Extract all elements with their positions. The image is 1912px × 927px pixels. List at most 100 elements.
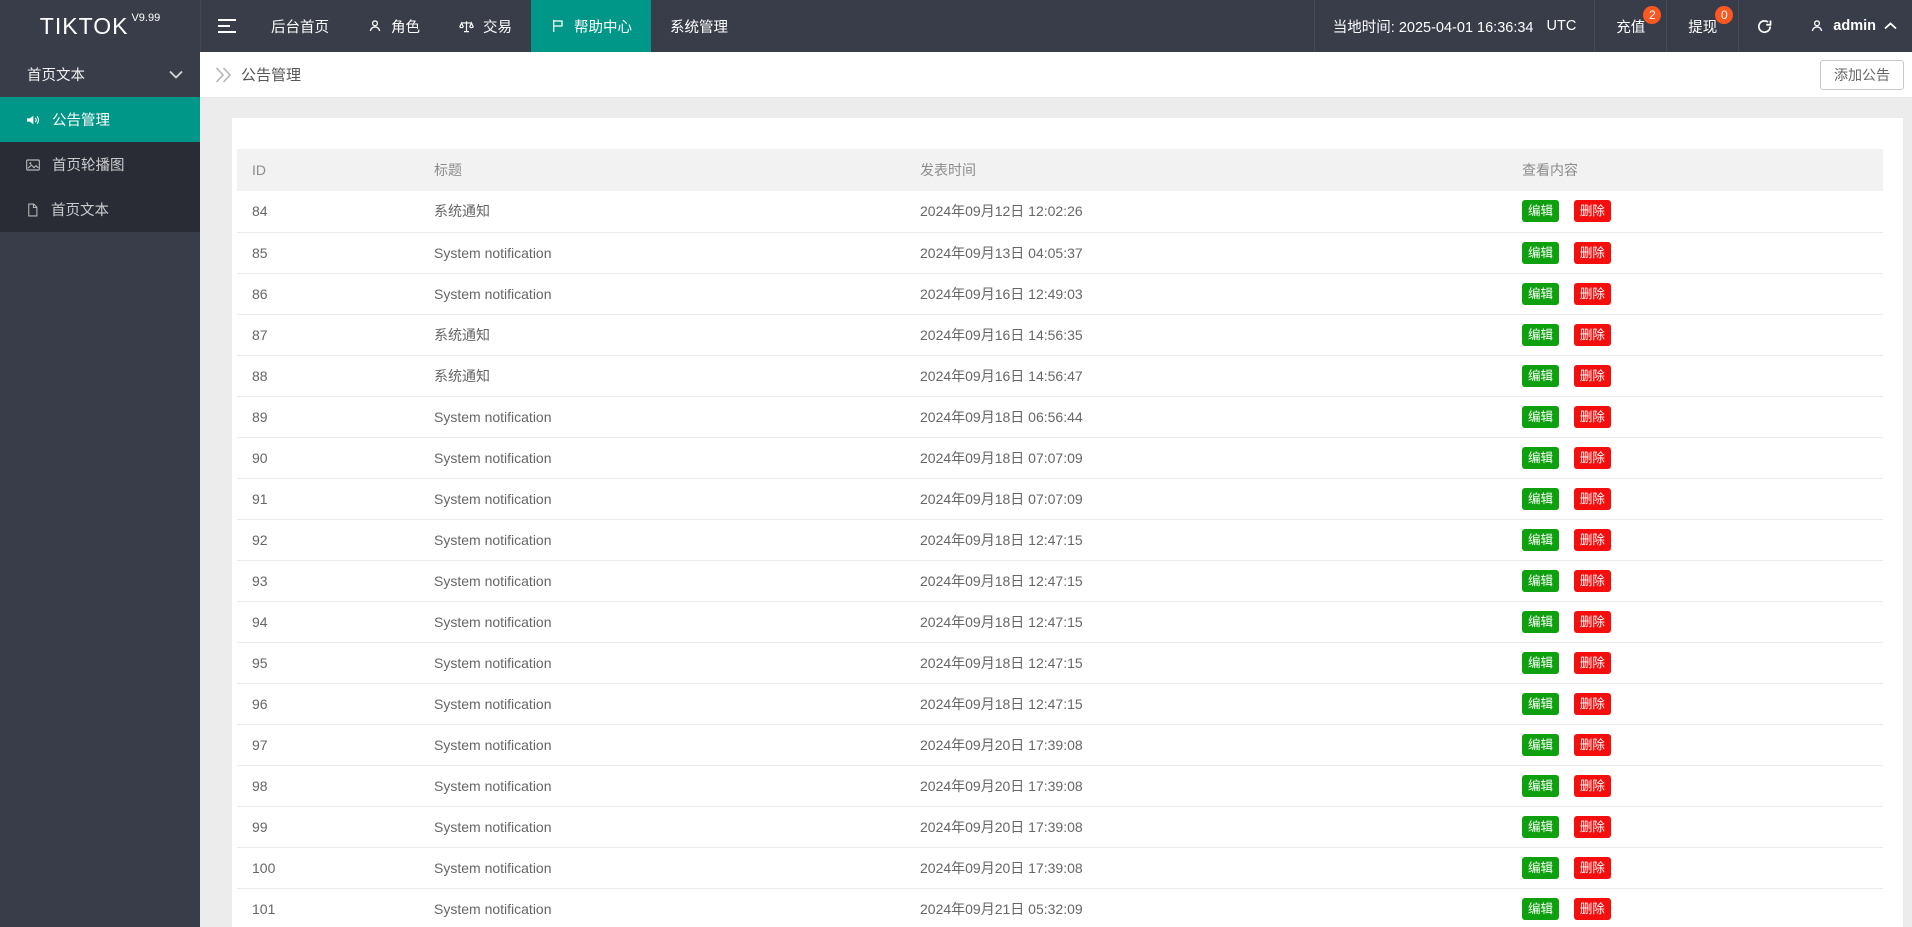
delete-button[interactable]: 删除: [1573, 856, 1611, 879]
user-menu[interactable]: admin: [1790, 0, 1912, 52]
sidebar-item-home-carousel[interactable]: 首页轮播图: [0, 142, 200, 187]
announcements-card: ID 标题 发表时间 查看内容 84 系统通知 2024年09月12日 12:0…: [232, 118, 1903, 927]
sidebar-item-announcements[interactable]: 公告管理: [0, 97, 200, 142]
cell-time: 2024年09月18日 07:07:09: [905, 437, 1507, 479]
cell-title: System notification: [419, 683, 905, 725]
cell-actions: 编辑 删除: [1507, 191, 1883, 233]
delete-button[interactable]: 删除: [1573, 446, 1611, 469]
edit-button[interactable]: 编辑: [1522, 569, 1560, 592]
cell-time: 2024年09月18日 12:47:15: [905, 560, 1507, 602]
cell-time: 2024年09月18日 12:47:15: [905, 642, 1507, 684]
recharge-button[interactable]: 充值 2: [1594, 0, 1666, 52]
edit-button[interactable]: 编辑: [1522, 897, 1560, 920]
delete-button[interactable]: 删除: [1573, 487, 1611, 510]
edit-button[interactable]: 编辑: [1522, 528, 1560, 551]
table-row: 98 System notification 2024年09月20日 17:39…: [237, 765, 1883, 807]
cell-id: 92: [237, 519, 419, 561]
delete-button[interactable]: 删除: [1573, 364, 1611, 387]
nav-item-roles[interactable]: 角色: [348, 0, 439, 52]
cell-actions: 编辑 删除: [1507, 560, 1883, 602]
edit-button[interactable]: 编辑: [1522, 651, 1560, 674]
cell-title: System notification: [419, 273, 905, 315]
delete-button[interactable]: 删除: [1573, 323, 1611, 346]
cell-title: 系统通知: [419, 191, 905, 233]
table-row: 93 System notification 2024年09月18日 12:47…: [237, 560, 1883, 602]
main-nav: 后台首页 角色 交易 帮助中心 系统管理: [252, 0, 747, 52]
delete-button[interactable]: 删除: [1573, 692, 1611, 715]
delete-button[interactable]: 删除: [1573, 897, 1611, 920]
cell-title: 系统通知: [419, 314, 905, 356]
delete-button[interactable]: 删除: [1573, 569, 1611, 592]
sidebar-group-label: 首页文本: [27, 68, 85, 84]
cell-actions: 编辑 删除: [1507, 642, 1883, 684]
delete-button[interactable]: 删除: [1573, 405, 1611, 428]
user-icon: [367, 18, 383, 34]
edit-button[interactable]: 编辑: [1522, 692, 1560, 715]
sidebar-submenu: 公告管理 首页轮播图 首页文本: [0, 97, 200, 232]
edit-button[interactable]: 编辑: [1522, 405, 1560, 428]
cell-time: 2024年09月18日 12:47:15: [905, 601, 1507, 643]
table-row: 89 System notification 2024年09月18日 06:56…: [237, 396, 1883, 438]
edit-button[interactable]: 编辑: [1522, 200, 1560, 223]
cell-id: 98: [237, 765, 419, 807]
cell-id: 95: [237, 642, 419, 684]
edit-button[interactable]: 编辑: [1522, 282, 1560, 305]
nav-item-system[interactable]: 系统管理: [651, 0, 747, 52]
nav-item-dashboard[interactable]: 后台首页: [252, 0, 348, 52]
withdraw-button[interactable]: 提现 0: [1666, 0, 1738, 52]
table-row: 94 System notification 2024年09月18日 12:47…: [237, 601, 1883, 643]
edit-button[interactable]: 编辑: [1522, 856, 1560, 879]
nav-item-transactions[interactable]: 交易: [439, 0, 531, 52]
sidebar-collapse-button[interactable]: [200, 0, 252, 52]
cell-actions: 编辑 删除: [1507, 601, 1883, 643]
content-area: ID 标题 发表时间 查看内容 84 系统通知 2024年09月12日 12:0…: [200, 98, 1912, 927]
edit-button[interactable]: 编辑: [1522, 364, 1560, 387]
delete-button[interactable]: 删除: [1573, 282, 1611, 305]
edit-button[interactable]: 编辑: [1522, 610, 1560, 633]
table-row: 95 System notification 2024年09月18日 12:47…: [237, 642, 1883, 684]
edit-button[interactable]: 编辑: [1522, 733, 1560, 756]
edit-button[interactable]: 编辑: [1522, 774, 1560, 797]
image-icon: [25, 157, 41, 173]
nav-item-label: 后台首页: [271, 19, 329, 36]
delete-button[interactable]: 删除: [1573, 610, 1611, 633]
table-row: 90 System notification 2024年09月18日 07:07…: [237, 437, 1883, 479]
refresh-button[interactable]: [1738, 0, 1790, 52]
edit-button[interactable]: 编辑: [1522, 323, 1560, 346]
nav-item-label: 系统管理: [670, 19, 728, 36]
recharge-label: 充值: [1616, 19, 1646, 36]
cell-id: 97: [237, 724, 419, 766]
cell-title: System notification: [419, 847, 905, 889]
timezone-label: UTC: [1546, 18, 1577, 34]
breadcrumb-bar: 公告管理 添加公告: [200, 52, 1912, 98]
edit-button[interactable]: 编辑: [1522, 487, 1560, 510]
edit-button[interactable]: 编辑: [1522, 446, 1560, 469]
nav-item-label: 帮助中心: [574, 19, 632, 36]
cell-time: 2024年09月20日 17:39:08: [905, 806, 1507, 848]
add-announcement-button[interactable]: 添加公告: [1820, 59, 1904, 90]
delete-button[interactable]: 删除: [1573, 815, 1611, 838]
cell-id: 93: [237, 560, 419, 602]
file-icon: [25, 202, 40, 218]
sidebar-group-home-text[interactable]: 首页文本: [0, 52, 200, 97]
table-row: 97 System notification 2024年09月20日 17:39…: [237, 724, 1883, 766]
sidebar-item-home-text[interactable]: 首页文本: [0, 187, 200, 232]
delete-button[interactable]: 删除: [1573, 774, 1611, 797]
speaker-icon: [25, 112, 41, 128]
edit-button[interactable]: 编辑: [1522, 241, 1560, 264]
delete-button[interactable]: 删除: [1573, 200, 1611, 223]
delete-button[interactable]: 删除: [1573, 733, 1611, 756]
sidebar: 首页文本 公告管理 首页轮播图 首页文本: [0, 52, 200, 927]
delete-button[interactable]: 删除: [1573, 241, 1611, 264]
cell-time: 2024年09月18日 07:07:09: [905, 478, 1507, 520]
edit-button[interactable]: 编辑: [1522, 815, 1560, 838]
delete-button[interactable]: 删除: [1573, 651, 1611, 674]
sidebar-item-label: 首页文本: [51, 203, 109, 219]
cell-time: 2024年09月18日 12:47:15: [905, 519, 1507, 561]
page-title: 公告管理: [241, 67, 302, 84]
delete-button[interactable]: 删除: [1573, 528, 1611, 551]
app-logo-text: TIKTOK: [39, 12, 129, 39]
table-row: 84 系统通知 2024年09月12日 12:02:26 编辑 删除: [237, 191, 1883, 233]
app-logo[interactable]: TIKTOK V9.99: [0, 0, 200, 52]
nav-item-help-center[interactable]: 帮助中心: [531, 0, 651, 52]
